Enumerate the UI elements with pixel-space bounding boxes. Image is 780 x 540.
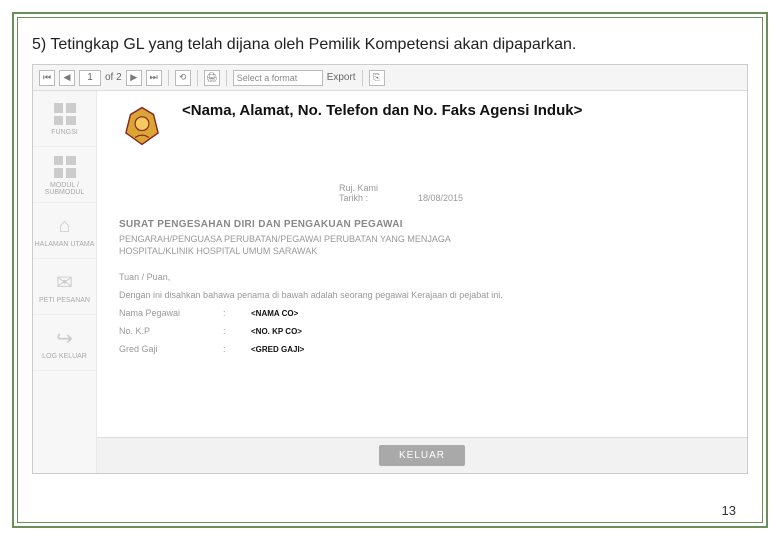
app-window: ⏮ ◀ 1 of 2 ▶ ⏭ ⟲ 🖨 Select a format Expor… (32, 64, 748, 474)
sidebar: FUNGSI MODUL / SUBMODUL ⌂ HALAMAN UTAMA … (33, 91, 97, 473)
format-select[interactable]: Select a format (233, 70, 323, 86)
sidebar-item-label: FUNGSI (51, 129, 77, 136)
letter-line3: HOSPITAL/KLINIK HOSPITAL UMUM SARAWAK (119, 246, 725, 256)
separator (168, 70, 169, 86)
export-link[interactable]: Export (327, 72, 356, 83)
letter-line2: PENGARAH/PENGUASA PERUBATAN/PEGAWAI PERU… (119, 234, 725, 244)
letterhead: <Nama, Alamat, No. Telefon dan No. Faks … (119, 99, 725, 149)
ref-label: Ruj. Kami (339, 183, 378, 193)
date-label: Tarikh : (339, 193, 368, 203)
colon: : (223, 344, 227, 354)
intro-text: Dengan ini disahkan bahawa penama di baw… (119, 290, 725, 300)
sidebar-item-peti[interactable]: ✉ PETI PESANAN (33, 259, 96, 315)
page-number-input[interactable]: 1 (79, 70, 101, 86)
table-row: Gred Gaji : <GRED GAJI> (119, 344, 725, 354)
colon: : (223, 308, 227, 318)
next-page-button[interactable]: ▶ (126, 70, 142, 86)
keluar-button[interactable]: KELUAR (379, 445, 465, 466)
page-of-label: of 2 (105, 72, 122, 83)
crest-icon (119, 103, 165, 149)
sidebar-item-fungsi[interactable]: FUNGSI (33, 91, 96, 147)
sidebar-item-label: PETI PESANAN (39, 297, 90, 304)
address-placeholder-text: <Nama, Alamat, No. Telefon dan No. Faks … (182, 102, 582, 121)
separator (362, 70, 363, 86)
instruction-text: 5) Tetingkap GL yang telah dijana oleh P… (32, 36, 748, 54)
row-label: No. K.P (119, 326, 199, 336)
separator (197, 70, 198, 86)
sidebar-item-label: HALAMAN UTAMA (35, 241, 95, 248)
address-wrapper: <Nama, Alamat, No. Telefon dan No. Faks … (179, 99, 585, 124)
date-value: 18/08/2015 (418, 193, 463, 203)
row-label: Nama Pegawai (119, 308, 199, 318)
logout-icon: ↪ (52, 325, 78, 351)
report-toolbar: ⏮ ◀ 1 of 2 ▶ ⏭ ⟲ 🖨 Select a format Expor… (33, 65, 747, 91)
sidebar-item-logkeluar[interactable]: ↪ LOG KELUAR (33, 315, 96, 371)
row-label: Gred Gaji (119, 344, 199, 354)
colon: : (223, 326, 227, 336)
reference-block: Ruj. Kami Tarikh : 18/08/2015 (119, 183, 725, 203)
grid-icon (52, 154, 78, 180)
last-page-button[interactable]: ⏭ (146, 70, 162, 86)
prev-page-button[interactable]: ◀ (59, 70, 75, 86)
sidebar-item-modul[interactable]: MODUL / SUBMODUL (33, 147, 96, 203)
slide-inner: 5) Tetingkap GL yang telah dijana oleh P… (17, 17, 763, 523)
row-value: <NAMA CO> (251, 309, 298, 318)
letter-title: SURAT PENGESAHAN DIRI DAN PENGAKUAN PEGA… (119, 219, 725, 230)
row-value: <NO. KP CO> (251, 327, 302, 336)
first-page-button[interactable]: ⏮ (39, 70, 55, 86)
slide-outer-border: 5) Tetingkap GL yang telah dijana oleh P… (12, 12, 768, 528)
print-button[interactable]: 🖨 (204, 70, 220, 86)
slide-page-number: 13 (722, 503, 736, 518)
app-footer: KELUAR (97, 437, 747, 473)
table-row: Nama Pegawai : <NAMA CO> (119, 308, 725, 318)
sidebar-item-halaman[interactable]: ⌂ HALAMAN UTAMA (33, 203, 96, 259)
home-icon: ⌂ (52, 213, 78, 239)
row-value: <GRED GAJI> (251, 345, 304, 354)
salutation: Tuan / Puan, (119, 272, 725, 282)
separator (226, 70, 227, 86)
sidebar-item-label: LOG KELUAR (42, 353, 87, 360)
table-row: No. K.P : <NO. KP CO> (119, 326, 725, 336)
refresh-button[interactable]: ⟲ (175, 70, 191, 86)
grid-icon (52, 101, 78, 127)
sidebar-item-label: MODUL / SUBMODUL (33, 182, 96, 196)
document-area: <Nama, Alamat, No. Telefon dan No. Faks … (97, 91, 747, 437)
mail-icon: ✉ (52, 269, 78, 295)
extra-button[interactable]: ⎘ (369, 70, 385, 86)
